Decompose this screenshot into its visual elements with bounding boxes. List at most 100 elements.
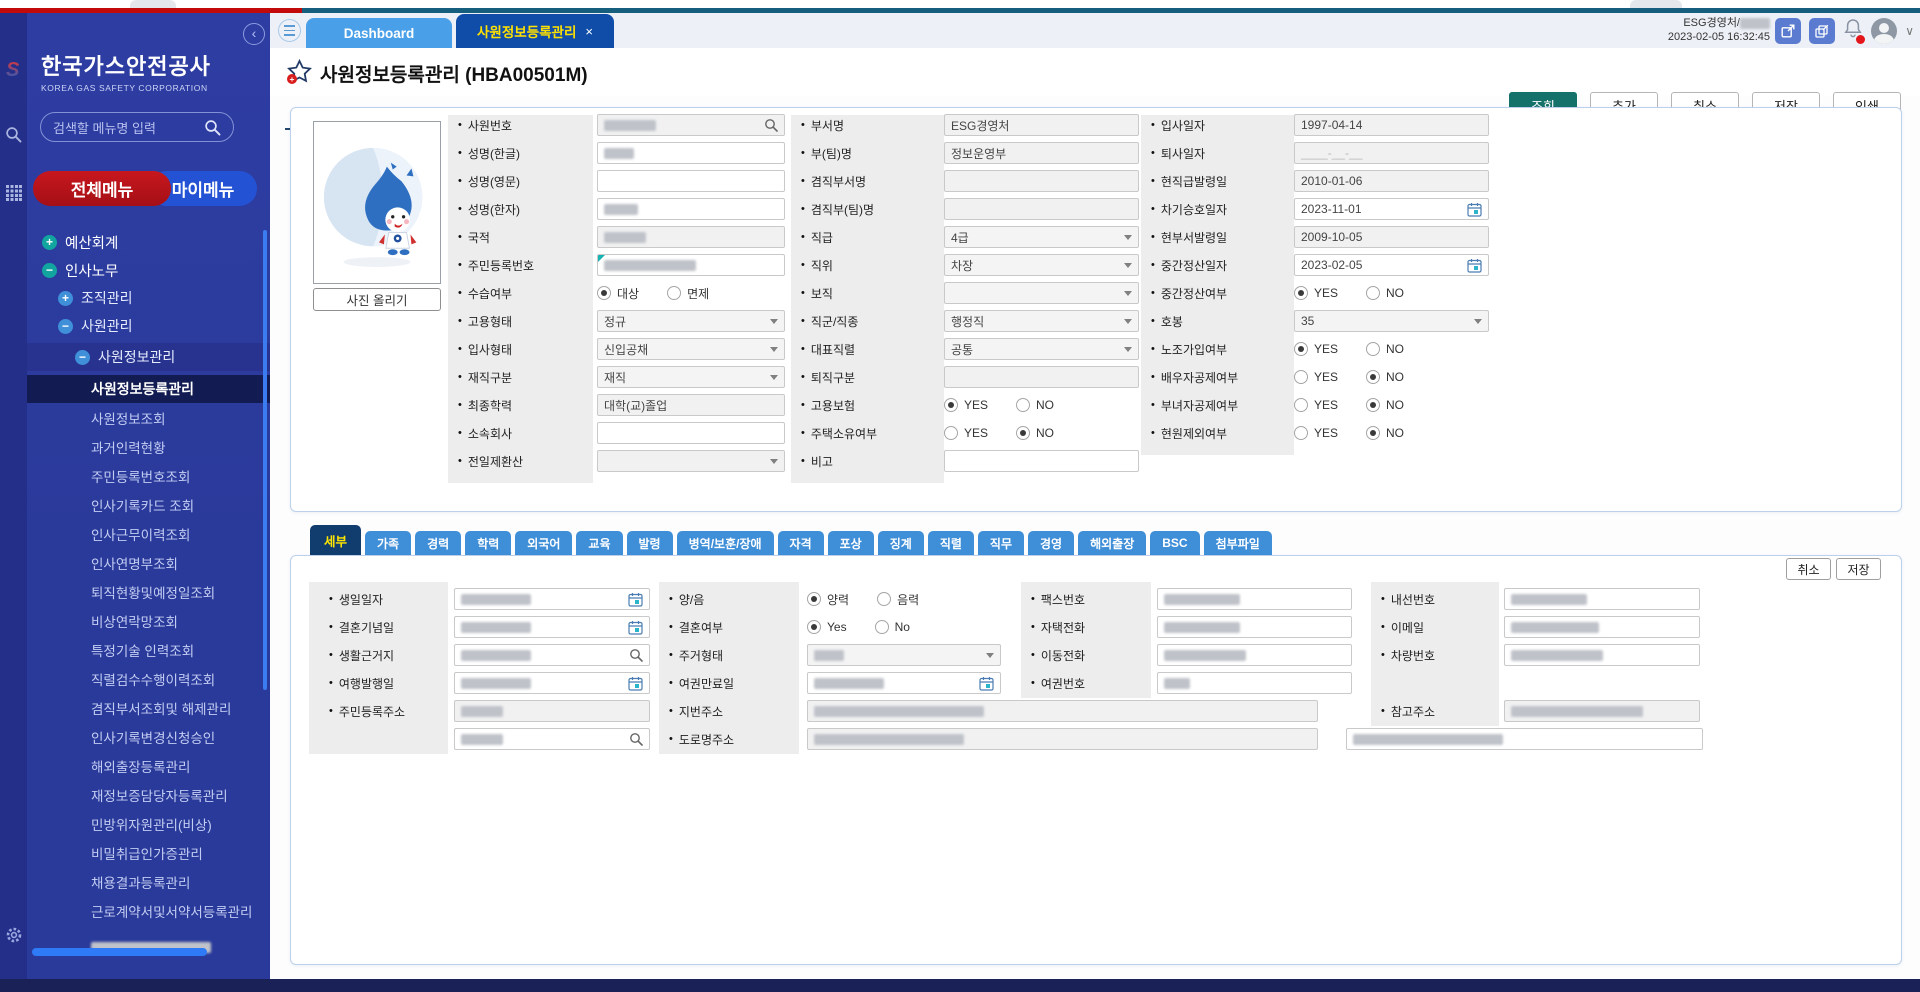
radio-probation-1[interactable]: 면제 <box>667 285 709 302</box>
field-name-kor[interactable] <box>597 142 785 164</box>
radio-union-yn-0[interactable]: YES <box>1294 342 1338 356</box>
sidebar-item[interactable]: 퇴직현황및예정일조회 <box>27 578 270 606</box>
field-home-phone[interactable] <box>1157 616 1352 638</box>
minus-circle-icon[interactable]: − <box>58 319 73 334</box>
detail-tab-5[interactable]: 교육 <box>576 531 622 555</box>
detail-tab-15[interactable]: BSC <box>1150 531 1199 555</box>
field-resign-date[interactable]: ____-__-__ <box>1294 142 1489 164</box>
search-icon[interactable] <box>4 126 23 148</box>
gear-icon[interactable] <box>4 926 23 949</box>
field-employ-type[interactable]: 정규 <box>597 310 785 332</box>
calendar-icon[interactable] <box>1467 258 1482 273</box>
field-concur-team[interactable] <box>944 198 1139 220</box>
search-icon[interactable] <box>629 648 643 662</box>
chevron-down-icon[interactable]: ∨ <box>1905 24 1914 38</box>
sidebar-item[interactable]: 인사기록변경신청승인 <box>27 723 270 751</box>
detail-tab-7[interactable]: 병역/보훈/장애 <box>677 531 774 555</box>
field-salary-step[interactable]: 35 <box>1294 310 1489 332</box>
field-passport-no[interactable] <box>1157 672 1352 694</box>
radio-woman-yn-1[interactable]: NO <box>1366 398 1404 412</box>
radio-union-yn-1[interactable]: NO <box>1366 342 1404 356</box>
field-extension[interactable] <box>1504 588 1700 610</box>
sidebar-item[interactable]: 비상연락망조회 <box>27 607 270 635</box>
sidebar-item[interactable]: 민방위자원관리(비상) <box>27 810 270 838</box>
field-nationality[interactable] <box>597 226 785 248</box>
sidebar-item[interactable]: 채용결과등록관리 <box>27 868 270 896</box>
favorite-star-icon[interactable]: + <box>286 59 313 90</box>
detail-tab-11[interactable]: 직렬 <box>928 531 974 555</box>
detail-save-button[interactable]: 저장 <box>1836 558 1881 580</box>
radio-headcount-yn-0[interactable]: YES <box>1294 426 1338 440</box>
field-ref-addr2[interactable] <box>1346 728 1703 750</box>
radio-probation-0[interactable]: 대상 <box>597 285 639 302</box>
field-company[interactable] <box>597 422 785 444</box>
radio-married-1[interactable]: No <box>875 620 910 634</box>
field-birth[interactable] <box>454 588 650 610</box>
field-grade-date[interactable]: 2010-01-06 <box>1294 170 1489 192</box>
calendar-icon[interactable] <box>979 676 994 691</box>
tab-all-menu[interactable]: 전체메뉴 <box>33 171 171 206</box>
sidebar-item[interactable]: +조직관리 <box>27 284 270 312</box>
sidebar-item[interactable]: 재정보증담당자등록관리 <box>27 781 270 809</box>
field-remarks[interactable] <box>944 450 1139 472</box>
field-name-cn[interactable] <box>597 198 785 220</box>
field-emp-no[interactable] <box>597 114 785 136</box>
field-car-no[interactable] <box>1504 644 1700 666</box>
sidebar-item[interactable]: +예산회계 <box>27 228 270 256</box>
sidebar-item[interactable]: 겸직부서조회및 해제관리 <box>27 694 270 722</box>
field-job-series[interactable]: 공통 <box>944 338 1139 360</box>
radio-interim-yn-1[interactable]: NO <box>1366 286 1404 300</box>
field-travel-issue[interactable] <box>454 672 650 694</box>
field-wedding[interactable] <box>454 616 650 638</box>
sidebar-item[interactable]: 과거인력현황 <box>27 433 270 461</box>
minus-circle-icon[interactable]: − <box>75 350 90 365</box>
radio-spouse-yn-1[interactable]: NO <box>1366 370 1404 384</box>
field-position[interactable]: 차장 <box>944 254 1139 276</box>
sidebar-item[interactable]: −사원관리 <box>27 312 270 340</box>
field-resident-no[interactable] <box>597 254 785 276</box>
sidebar-item[interactable]: 인사기록카드 조회 <box>27 491 270 519</box>
sidebar-item[interactable]: 사원정보조회 <box>27 404 270 432</box>
field-dept-date[interactable]: 2009-10-05 <box>1294 226 1489 248</box>
minus-circle-icon[interactable]: − <box>42 263 57 278</box>
field-education[interactable]: 대학(교)졸업 <box>597 394 785 416</box>
plus-circle-icon[interactable]: + <box>58 291 73 306</box>
field-road-addr[interactable] <box>807 728 1318 750</box>
tab-current[interactable]: 사원정보등록관리× <box>456 14 614 48</box>
tab-dashboard[interactable]: Dashboard <box>306 18 452 48</box>
detail-tab-2[interactable]: 경력 <box>415 531 461 555</box>
sidebar-item[interactable]: 직렬검수수행이력조회 <box>27 665 270 693</box>
sidebar-item[interactable]: 근로계약서및서약서등록관리 <box>27 897 270 925</box>
field-living-base[interactable] <box>454 644 650 666</box>
field-name-eng[interactable] <box>597 170 785 192</box>
detail-tab-9[interactable]: 포상 <box>828 531 874 555</box>
avatar[interactable] <box>1871 18 1897 44</box>
sidebar-item[interactable]: −인사노무 <box>27 256 270 284</box>
detail-tab-12[interactable]: 직무 <box>978 531 1024 555</box>
detail-tab-8[interactable]: 자격 <box>778 531 824 555</box>
field-interim-date[interactable]: 2023-02-05 <box>1294 254 1489 276</box>
radio-employ-ins-0[interactable]: YES <box>944 398 988 412</box>
plus-circle-icon[interactable]: + <box>42 235 57 250</box>
field-dept[interactable]: ESG경영처 <box>944 114 1139 136</box>
search-icon[interactable] <box>764 118 778 132</box>
sidebar-horizontal-scrollbar[interactable] <box>32 948 207 956</box>
notification-bell-icon[interactable] <box>1843 17 1863 44</box>
app-grid-icon[interactable] <box>4 185 23 206</box>
sidebar-item[interactable]: 비밀취급인가증관리 <box>27 839 270 867</box>
field-jibun-addr[interactable] <box>807 700 1318 722</box>
detail-tab-14[interactable]: 해외출장 <box>1078 531 1146 555</box>
radio-calendar-type-0[interactable]: 양력 <box>807 591 849 608</box>
detail-tab-10[interactable]: 징계 <box>878 531 924 555</box>
radio-house-own-1[interactable]: NO <box>1016 426 1054 440</box>
hamburger-icon[interactable] <box>278 19 301 42</box>
radio-married-0[interactable]: Yes <box>807 620 847 634</box>
detail-tab-16[interactable]: 첨부파일 <box>1204 531 1272 555</box>
calendar-icon[interactable] <box>628 676 643 691</box>
field-passport-expiry[interactable] <box>807 672 1001 694</box>
sidebar-item[interactable]: −사원정보관리 <box>27 343 270 371</box>
detail-tab-13[interactable]: 경영 <box>1028 531 1074 555</box>
radio-employ-ins-1[interactable]: NO <box>1016 398 1054 412</box>
radio-headcount-yn-1[interactable]: NO <box>1366 426 1404 440</box>
search-icon[interactable] <box>629 732 643 746</box>
